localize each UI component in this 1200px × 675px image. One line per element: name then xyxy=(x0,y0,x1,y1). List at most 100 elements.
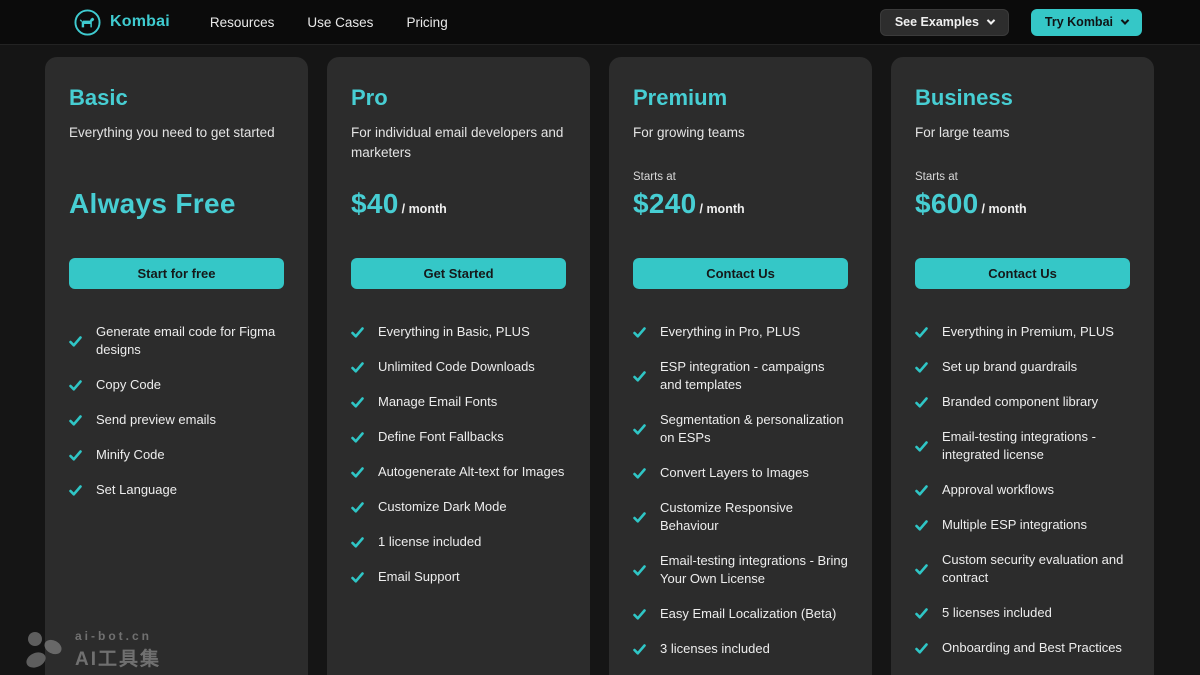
pricing-cards: Basic Everything you need to get started… xyxy=(0,45,1200,675)
plan-cta-button[interactable]: Contact Us xyxy=(915,258,1130,289)
check-icon xyxy=(915,440,928,453)
feature-item: Send preview emails xyxy=(69,411,284,429)
main-nav: Resources Use Cases Pricing xyxy=(210,15,448,30)
feature-item: Email-testing integrations - Bring Your … xyxy=(633,552,848,588)
nav-link-pricing[interactable]: Pricing xyxy=(406,15,447,30)
see-examples-button[interactable]: See Examples xyxy=(880,9,1009,36)
feature-list: Everything in Premium, PLUS Set up brand… xyxy=(915,323,1130,657)
feature-item: Email-testing integrations - integrated … xyxy=(915,428,1130,464)
check-icon xyxy=(915,361,928,374)
feature-item: 1 license included xyxy=(351,533,566,551)
check-icon xyxy=(69,449,82,462)
try-kombai-button[interactable]: Try Kombai xyxy=(1031,9,1142,36)
feature-text: Manage Email Fonts xyxy=(378,393,497,411)
check-icon xyxy=(915,484,928,497)
feature-text: ESP integration - campaigns and template… xyxy=(660,358,848,394)
feature-text: 3 licenses included xyxy=(660,640,770,658)
feature-text: Approval workflows xyxy=(942,481,1054,499)
feature-item: Segmentation & personalization on ESPs xyxy=(633,411,848,447)
feature-item: Convert Layers to Images xyxy=(633,464,848,482)
plan-title: Basic xyxy=(69,85,284,111)
plan-description: For growing teams xyxy=(633,123,848,167)
feature-text: 1 license included xyxy=(378,533,481,551)
feature-text: Onboarding and Best Practices xyxy=(942,639,1122,657)
feature-item: Email Support xyxy=(351,568,566,586)
plan-description: Everything you need to get started xyxy=(69,123,284,167)
try-kombai-label: Try Kombai xyxy=(1045,15,1113,29)
check-icon xyxy=(915,519,928,532)
feature-item: Set up brand guardrails xyxy=(915,358,1130,376)
feature-text: Set up brand guardrails xyxy=(942,358,1077,376)
feature-text: Email-testing integrations - integrated … xyxy=(942,428,1130,464)
check-icon xyxy=(633,564,646,577)
kombai-logo[interactable]: Kombai xyxy=(74,9,170,36)
check-icon xyxy=(633,467,646,480)
feature-text: Unlimited Code Downloads xyxy=(378,358,535,376)
feature-text: Customize Responsive Behaviour xyxy=(660,499,848,535)
dog-logo-icon xyxy=(74,9,101,36)
feature-list: Everything in Pro, PLUS ESP integration … xyxy=(633,323,848,658)
chevron-down-icon xyxy=(987,16,995,24)
check-icon xyxy=(633,511,646,524)
plan-card-pro: Pro For individual email developers and … xyxy=(327,57,590,675)
check-icon xyxy=(69,484,82,497)
chevron-down-icon xyxy=(1121,16,1129,24)
feature-text: Multiple ESP integrations xyxy=(942,516,1087,534)
nav-link-resources[interactable]: Resources xyxy=(210,15,275,30)
feature-item: 5 licenses included xyxy=(915,604,1130,622)
feature-item: Multiple ESP integrations xyxy=(915,516,1130,534)
feature-list: Generate email code for Figma designs Co… xyxy=(69,323,284,499)
feature-text: Easy Email Localization (Beta) xyxy=(660,605,836,623)
plan-price: $240 xyxy=(633,188,697,220)
plan-card-basic: Basic Everything you need to get started… xyxy=(45,57,308,675)
plan-price: $600 xyxy=(915,188,979,220)
feature-text: Email Support xyxy=(378,568,460,586)
plan-price: Always Free xyxy=(69,188,236,220)
check-icon xyxy=(915,396,928,409)
check-icon xyxy=(633,423,646,436)
price-block: Starts at $600 / month xyxy=(915,171,1130,220)
check-icon xyxy=(915,563,928,576)
feature-item: Unlimited Code Downloads xyxy=(351,358,566,376)
check-icon xyxy=(351,326,364,339)
feature-text: Copy Code xyxy=(96,376,161,394)
check-icon xyxy=(633,608,646,621)
plan-cta-button[interactable]: Contact Us xyxy=(633,258,848,289)
plan-price-period: / month xyxy=(402,202,447,216)
price-prefix xyxy=(69,171,284,187)
kombai-pricing-page: Kombai Resources Use Cases Pricing See E… xyxy=(0,0,1200,675)
feature-item: Manage Email Fonts xyxy=(351,393,566,411)
plan-title: Pro xyxy=(351,85,566,111)
check-icon xyxy=(915,326,928,339)
feature-text: Autogenerate Alt-text for Images xyxy=(378,463,564,481)
feature-item: Set Language xyxy=(69,481,284,499)
check-icon xyxy=(915,642,928,655)
price-block: $40 / month xyxy=(351,171,566,220)
check-icon xyxy=(69,414,82,427)
check-icon xyxy=(351,501,364,514)
plan-description: For individual email developers and mark… xyxy=(351,123,566,167)
plan-cta-button[interactable]: Get Started xyxy=(351,258,566,289)
price-block: Starts at $240 / month xyxy=(633,171,848,220)
plan-cta-button[interactable]: Start for free xyxy=(69,258,284,289)
feature-list: Everything in Basic, PLUS Unlimited Code… xyxy=(351,323,566,586)
feature-item: ESP integration - campaigns and template… xyxy=(633,358,848,394)
price-prefix: Starts at xyxy=(915,171,1130,187)
check-icon xyxy=(69,335,82,348)
brand-name: Kombai xyxy=(110,13,170,31)
feature-text: Custom security evaluation and contract xyxy=(942,551,1130,587)
plan-title: Business xyxy=(915,85,1130,111)
nav-link-use-cases[interactable]: Use Cases xyxy=(307,15,373,30)
feature-item: Onboarding and Best Practices xyxy=(915,639,1130,657)
feature-item: Everything in Basic, PLUS xyxy=(351,323,566,341)
feature-text: Convert Layers to Images xyxy=(660,464,809,482)
feature-text: Minify Code xyxy=(96,446,165,464)
check-icon xyxy=(351,361,364,374)
check-icon xyxy=(633,326,646,339)
feature-item: Everything in Premium, PLUS xyxy=(915,323,1130,341)
feature-item: Branded component library xyxy=(915,393,1130,411)
feature-text: Define Font Fallbacks xyxy=(378,428,504,446)
plan-price-period: / month xyxy=(982,202,1027,216)
feature-item: Customize Responsive Behaviour xyxy=(633,499,848,535)
check-icon xyxy=(633,370,646,383)
